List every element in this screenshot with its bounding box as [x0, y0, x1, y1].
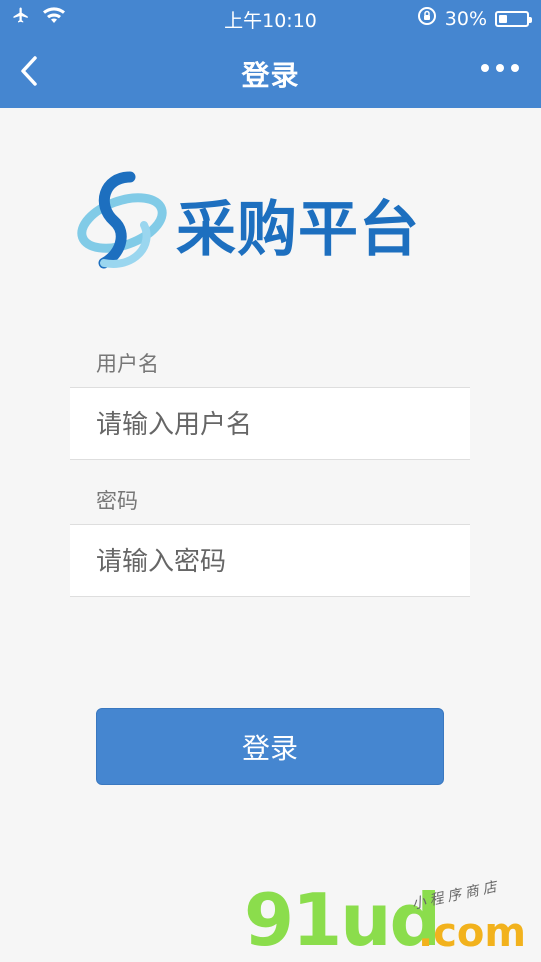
- more-dot-icon: [496, 64, 504, 72]
- watermark-main: 91ud: [244, 878, 441, 962]
- page-title: 登录: [241, 59, 300, 92]
- login-button[interactable]: 登录: [96, 708, 444, 785]
- logo-text: 采购平台: [176, 195, 420, 265]
- orientation-lock-icon: [417, 6, 437, 31]
- more-dot-icon: [511, 64, 519, 72]
- status-right: 30%: [417, 6, 532, 31]
- password-label: 密码: [96, 489, 138, 513]
- status-bar: 上午10:10 30%: [0, 0, 541, 36]
- app-logo: 采购平台: [74, 165, 470, 273]
- more-options-button[interactable]: [481, 64, 519, 72]
- password-field-container: [70, 524, 470, 598]
- username-input[interactable]: [94, 388, 448, 461]
- username-field-container: [70, 387, 470, 461]
- watermark-logo: 91ud 小程序商店 .com: [240, 878, 540, 962]
- battery-icon: [495, 10, 532, 27]
- password-input[interactable]: [94, 525, 448, 598]
- more-dot-icon: [481, 64, 489, 72]
- app-header: 上午10:10 30% 登录: [0, 0, 541, 108]
- battery-level: [499, 14, 507, 23]
- username-label: 用户名: [96, 352, 159, 376]
- watermark-tld: .com: [418, 910, 527, 956]
- logo-emblem-icon: [77, 171, 167, 269]
- navigation-bar: 登录: [0, 36, 541, 108]
- battery-percent: 30%: [444, 7, 487, 30]
